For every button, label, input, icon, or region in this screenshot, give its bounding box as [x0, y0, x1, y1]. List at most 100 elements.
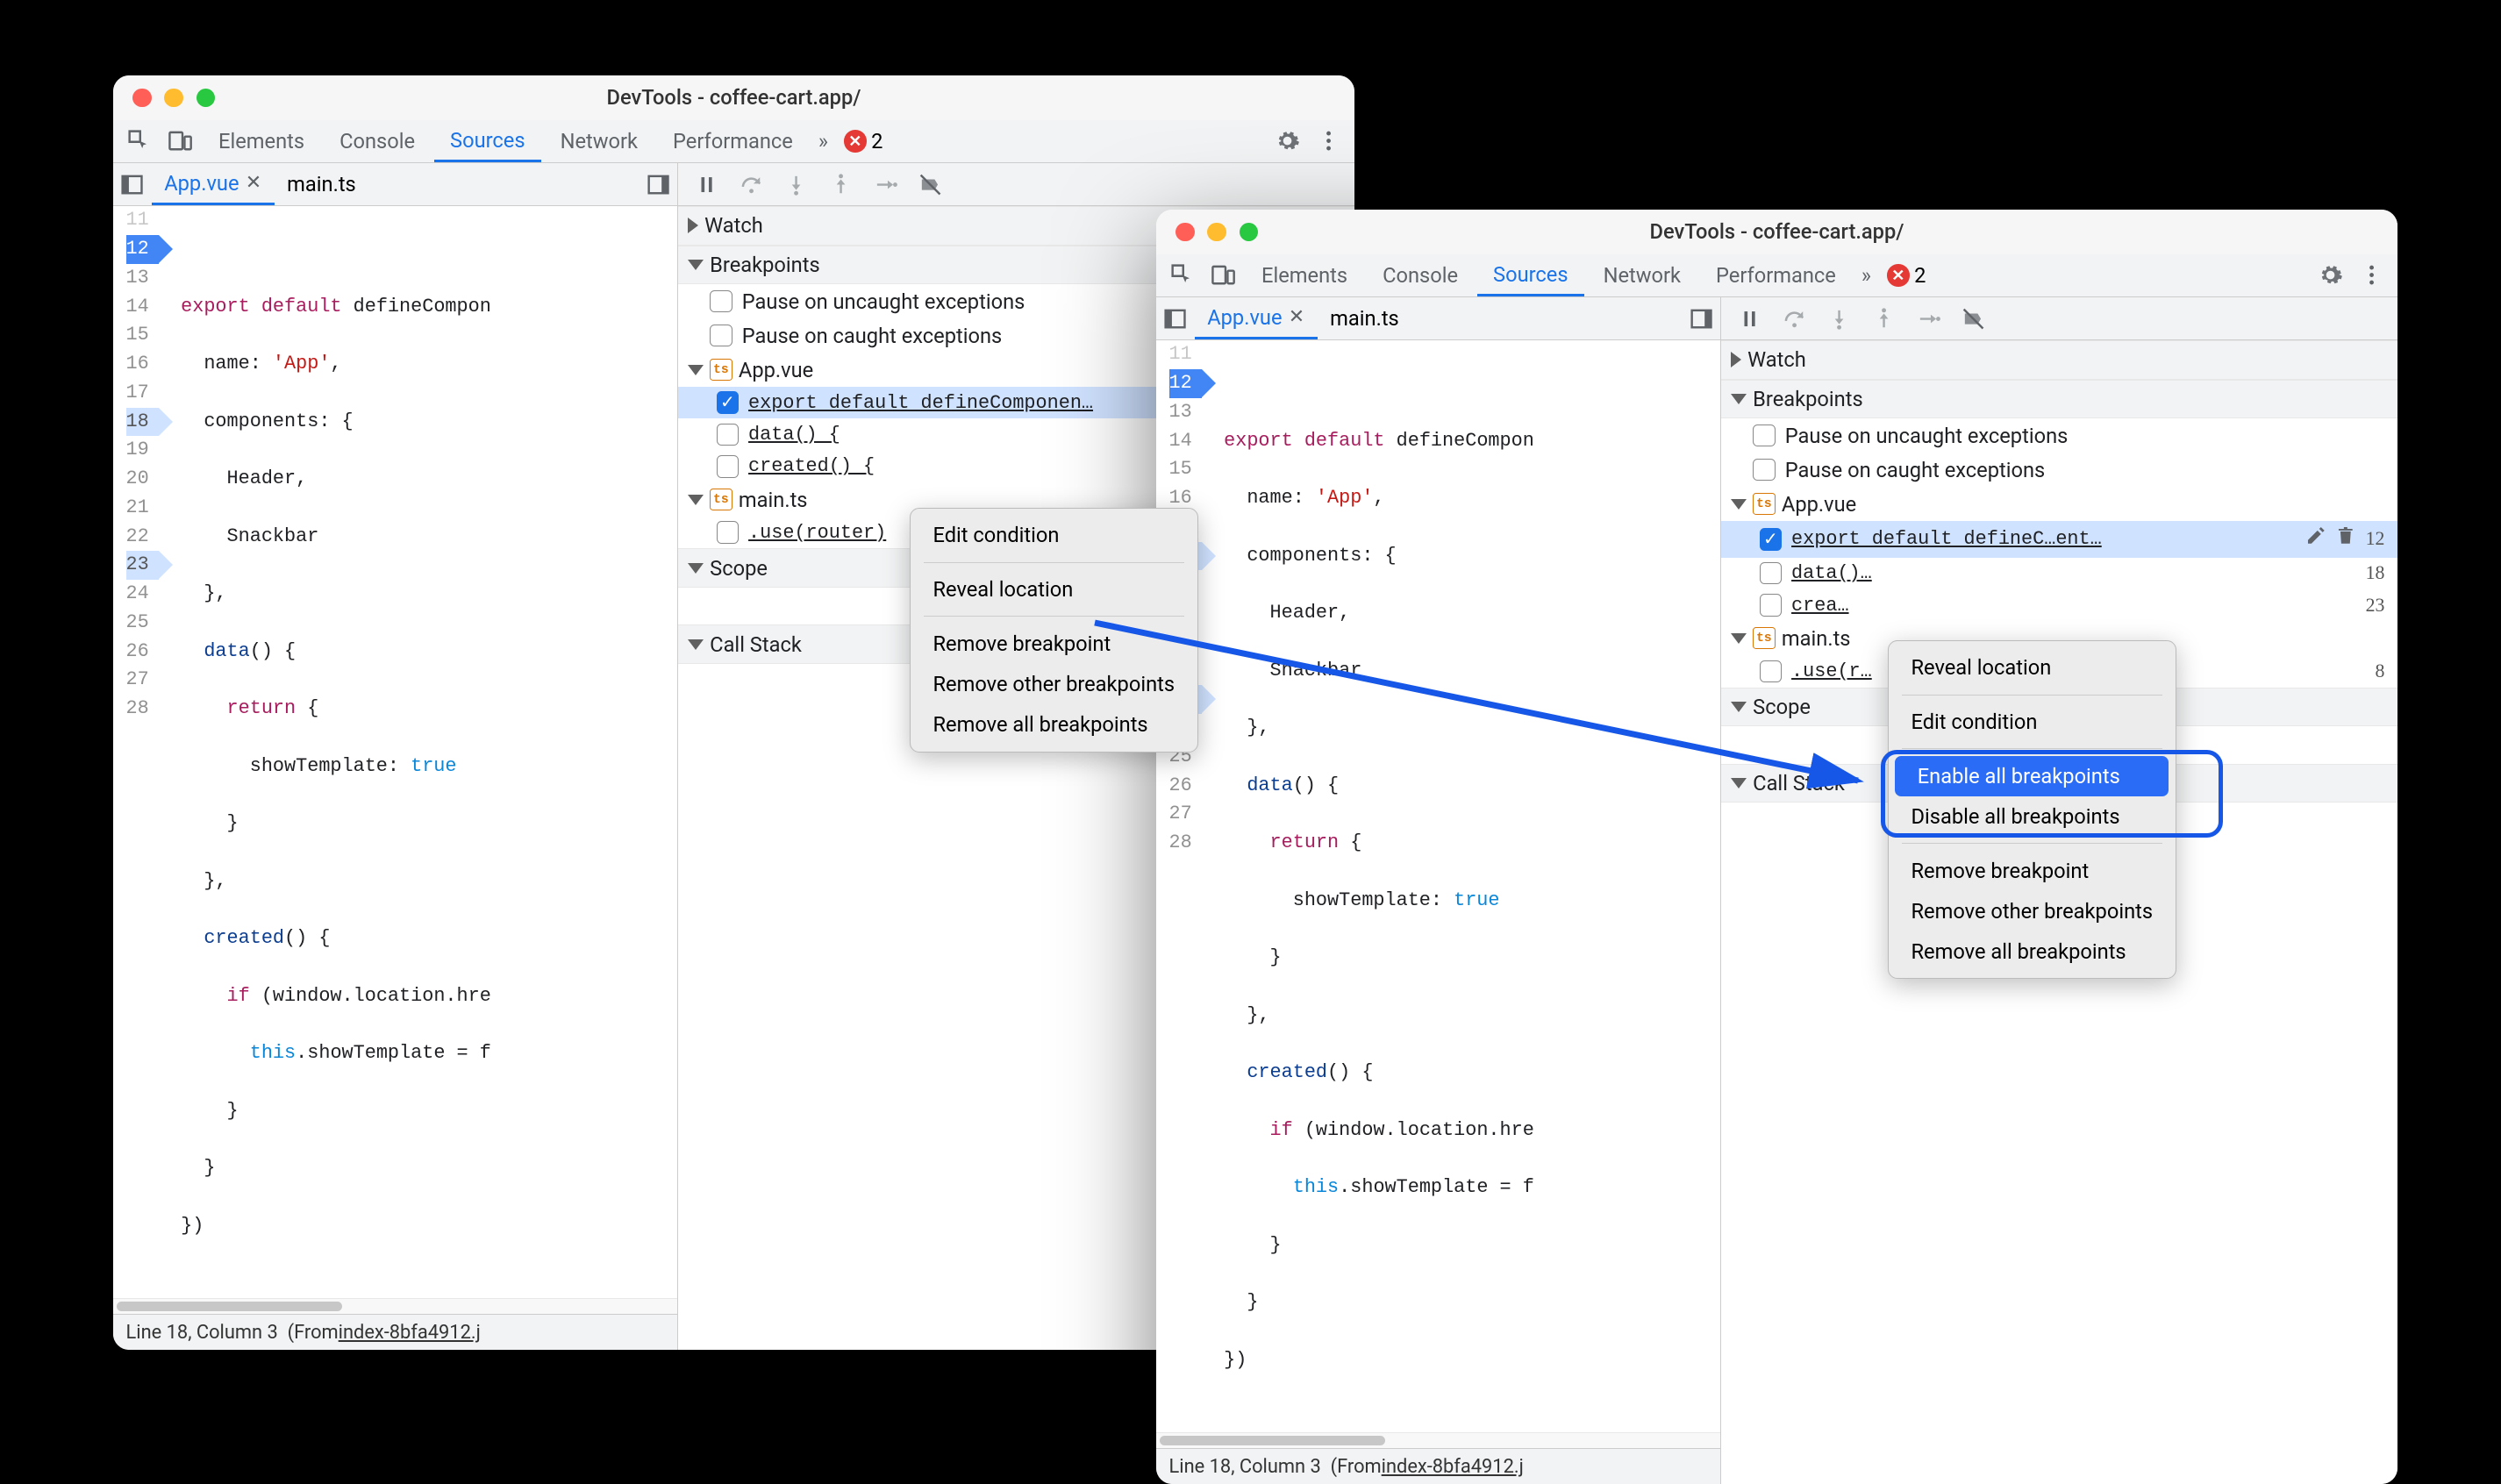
checkmark-icon[interactable]: ✓: [717, 391, 739, 413]
more-icon[interactable]: [2353, 256, 2391, 295]
trash-icon[interactable]: [2335, 525, 2356, 553]
device-toggle-icon[interactable]: [1204, 256, 1243, 295]
ctx-remove-all-breakpoints[interactable]: Remove all breakpoints: [911, 704, 1197, 745]
pause-icon[interactable]: [688, 165, 726, 203]
close-icon[interactable]: ✕: [1289, 306, 1304, 328]
step-icon[interactable]: [1910, 299, 1948, 338]
code-editor[interactable]: 11 12 13 14 15 16 17 18 19 20 21 22 23 2…: [1156, 340, 1720, 1432]
ctx-remove-other-breakpoints[interactable]: Remove other breakpoints: [911, 664, 1197, 704]
error-badge[interactable]: ✕2: [838, 129, 890, 153]
tab-sources[interactable]: Sources: [434, 120, 541, 162]
step-over-icon[interactable]: [732, 165, 771, 203]
tab-sources[interactable]: Sources: [1477, 254, 1584, 296]
breakpoint-group-app-vue[interactable]: tsApp.vue: [1721, 487, 2397, 521]
editor-statusbar: Line 18, Column 3 (From index-8bfa4912.j: [1156, 1448, 1720, 1483]
close-window-icon[interactable]: [132, 89, 152, 108]
line-gutter[interactable]: 11 12 13 14 15 16 17 18 19 20 21 22 23 2…: [1156, 340, 1202, 1432]
pause-caught-checkbox[interactable]: Pause on caught exceptions: [1721, 453, 2397, 487]
error-badge[interactable]: ✕2: [1881, 263, 1933, 288]
traffic-lights[interactable]: [1175, 223, 1259, 242]
checkmark-icon[interactable]: ✓: [1760, 528, 1782, 550]
tabs-overflow-icon[interactable]: »: [812, 129, 835, 153]
navigator-toggle-icon[interactable]: [1156, 299, 1195, 338]
step-out-icon[interactable]: [1865, 299, 1904, 338]
tab-console[interactable]: Console: [1367, 254, 1474, 296]
ctx-edit-condition[interactable]: Edit condition: [1889, 702, 2176, 742]
tab-network[interactable]: Network: [544, 120, 654, 162]
close-window-icon[interactable]: [1175, 223, 1195, 242]
ctx-edit-condition[interactable]: Edit condition: [911, 515, 1197, 555]
code-content[interactable]: export default defineCompon name: 'App',…: [1202, 340, 1534, 1432]
window-title: DevTools - coffee-cart.app/: [1156, 219, 2397, 244]
tab-elements[interactable]: Elements: [1246, 254, 1363, 296]
source-link[interactable]: index-8bfa4912.j: [1382, 1456, 1524, 1478]
debugger-toggle-icon[interactable]: [639, 165, 677, 203]
file-tab-app-vue[interactable]: App.vue✕: [1195, 297, 1318, 339]
tab-network[interactable]: Network: [1587, 254, 1697, 296]
breakpoint-context-menu-before: Edit condition Reveal location Remove br…: [910, 508, 1198, 753]
ctx-remove-all-breakpoints[interactable]: Remove all breakpoints: [1889, 931, 2176, 972]
pause-uncaught-checkbox[interactable]: Pause on uncaught exceptions: [1721, 418, 2397, 453]
tab-elements[interactable]: Elements: [203, 120, 320, 162]
devtools-window-after: DevTools - coffee-cart.app/ Elements Con…: [1156, 210, 2397, 1484]
tab-console[interactable]: Console: [324, 120, 431, 162]
inspect-icon[interactable]: [119, 122, 158, 161]
file-tabs-bar: App.vue✕ main.ts: [113, 163, 677, 206]
tab-performance[interactable]: Performance: [657, 120, 809, 162]
ctx-remove-breakpoint[interactable]: Remove breakpoint: [911, 624, 1197, 664]
deactivate-breakpoints-icon[interactable]: [1954, 299, 1993, 338]
pause-icon[interactable]: [1731, 299, 1769, 338]
step-into-icon[interactable]: [1820, 299, 1859, 338]
step-out-icon[interactable]: [822, 165, 861, 203]
step-over-icon[interactable]: [1776, 299, 1814, 338]
tabs-overflow-icon[interactable]: »: [1855, 263, 1878, 288]
ctx-remove-other-breakpoints[interactable]: Remove other breakpoints: [1889, 891, 2176, 931]
step-icon[interactable]: [867, 165, 905, 203]
file-tab-app-vue[interactable]: App.vue✕: [152, 163, 275, 205]
ctx-enable-all-breakpoints[interactable]: Enable all breakpoints: [1895, 756, 2169, 796]
maximize-window-icon[interactable]: [1240, 223, 1259, 242]
ctx-reveal-location[interactable]: Reveal location: [1889, 647, 2176, 688]
file-type-icon: ts: [1753, 627, 1775, 649]
ctx-disable-all-breakpoints[interactable]: Disable all breakpoints: [1889, 796, 2176, 837]
step-into-icon[interactable]: [777, 165, 816, 203]
file-type-icon: ts: [710, 359, 732, 381]
maximize-window-icon[interactable]: [197, 89, 216, 108]
error-icon: ✕: [1887, 264, 1909, 286]
breakpoint-item-line-23[interactable]: crea…23: [1721, 589, 2397, 621]
file-type-icon: ts: [1753, 493, 1775, 515]
file-tab-main-ts[interactable]: main.ts: [1318, 297, 1412, 339]
code-content[interactable]: export default defineCompon name: 'App',…: [159, 206, 491, 1298]
tab-performance[interactable]: Performance: [1700, 254, 1852, 296]
section-watch[interactable]: Watch: [1721, 340, 2397, 380]
settings-icon[interactable]: [2312, 256, 2350, 295]
file-tab-main-ts[interactable]: main.ts: [275, 163, 369, 205]
breakpoint-context-menu-after: Reveal location Edit condition Enable al…: [1888, 640, 2176, 979]
section-breakpoints[interactable]: Breakpoints: [1721, 380, 2397, 419]
debugger-toggle-icon[interactable]: [1682, 299, 1720, 338]
settings-icon[interactable]: [1268, 122, 1307, 161]
navigator-toggle-icon[interactable]: [113, 165, 152, 203]
minimize-window-icon[interactable]: [164, 89, 183, 108]
ctx-reveal-location[interactable]: Reveal location: [911, 569, 1197, 610]
close-icon[interactable]: ✕: [246, 172, 261, 194]
edit-icon[interactable]: [2305, 525, 2326, 553]
ctx-remove-breakpoint[interactable]: Remove breakpoint: [1889, 851, 2176, 891]
horizontal-scrollbar[interactable]: [113, 1298, 677, 1314]
debugger-toolbar: [678, 163, 1354, 206]
device-toggle-icon[interactable]: [161, 122, 200, 161]
horizontal-scrollbar[interactable]: [1156, 1432, 1720, 1448]
traffic-lights[interactable]: [132, 89, 216, 108]
main-toolbar: Elements Console Sources Network Perform…: [113, 120, 1354, 163]
minimize-window-icon[interactable]: [1207, 223, 1226, 242]
more-icon[interactable]: [1310, 122, 1348, 161]
breakpoint-item-line-18[interactable]: data()…18: [1721, 558, 2397, 589]
titlebar: DevTools - coffee-cart.app/: [113, 75, 1354, 120]
code-editor[interactable]: 11 12 13 14 15 16 17 18 19 20 21 22 23 2…: [113, 206, 677, 1298]
deactivate-breakpoints-icon[interactable]: [911, 165, 950, 203]
file-type-icon: ts: [710, 489, 732, 510]
inspect-icon[interactable]: [1162, 256, 1201, 295]
source-link[interactable]: index-8bfa4912.j: [339, 1322, 481, 1344]
line-gutter[interactable]: 11 12 13 14 15 16 17 18 19 20 21 22 23 2…: [113, 206, 159, 1298]
breakpoint-item-line-12[interactable]: ✓export default defineC…ent…12: [1721, 521, 2397, 558]
